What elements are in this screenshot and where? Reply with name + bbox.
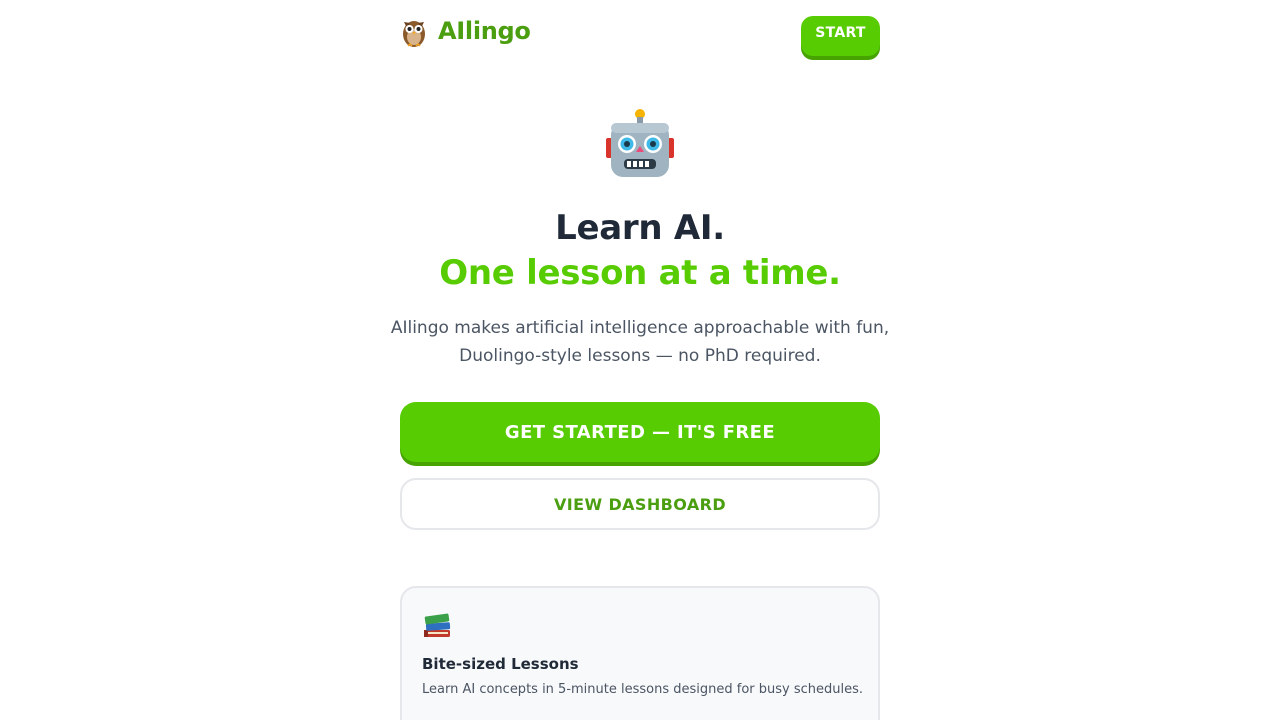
- robot-icon: [606, 108, 674, 178]
- feature-title: Bite-sized Lessons: [422, 655, 579, 673]
- hero-headline: Learn AI.: [555, 208, 725, 248]
- books-icon: [422, 610, 452, 640]
- owl-icon: [400, 14, 428, 48]
- top-header: AIlingo START: [400, 0, 880, 72]
- hero-headline-accent: One lesson at a time.: [439, 253, 841, 293]
- brand-name: AIlingo: [438, 17, 531, 45]
- subtitle-line-2: Duolingo-style lessons — no PhD required…: [459, 346, 821, 366]
- view-dashboard-button[interactable]: VIEW DASHBOARD: [400, 478, 880, 530]
- landing-page: AIlingo START Learn AI. One lesson at a: [391, 0, 889, 720]
- hero-subtitle: AIlingo makes artificial intelligence ap…: [390, 314, 890, 370]
- get-started-button[interactable]: GET STARTED — IT'S FREE: [400, 402, 880, 462]
- feature-card-bite-sized-lessons: Bite-sized Lessons Learn AI concepts in …: [400, 586, 880, 720]
- subtitle-line-1: AIlingo makes artificial intelligence ap…: [390, 318, 890, 338]
- feature-description: Learn AI concepts in 5-minute lessons de…: [422, 682, 864, 697]
- brand-logo[interactable]: AIlingo: [400, 14, 531, 48]
- start-button[interactable]: START: [801, 16, 880, 56]
